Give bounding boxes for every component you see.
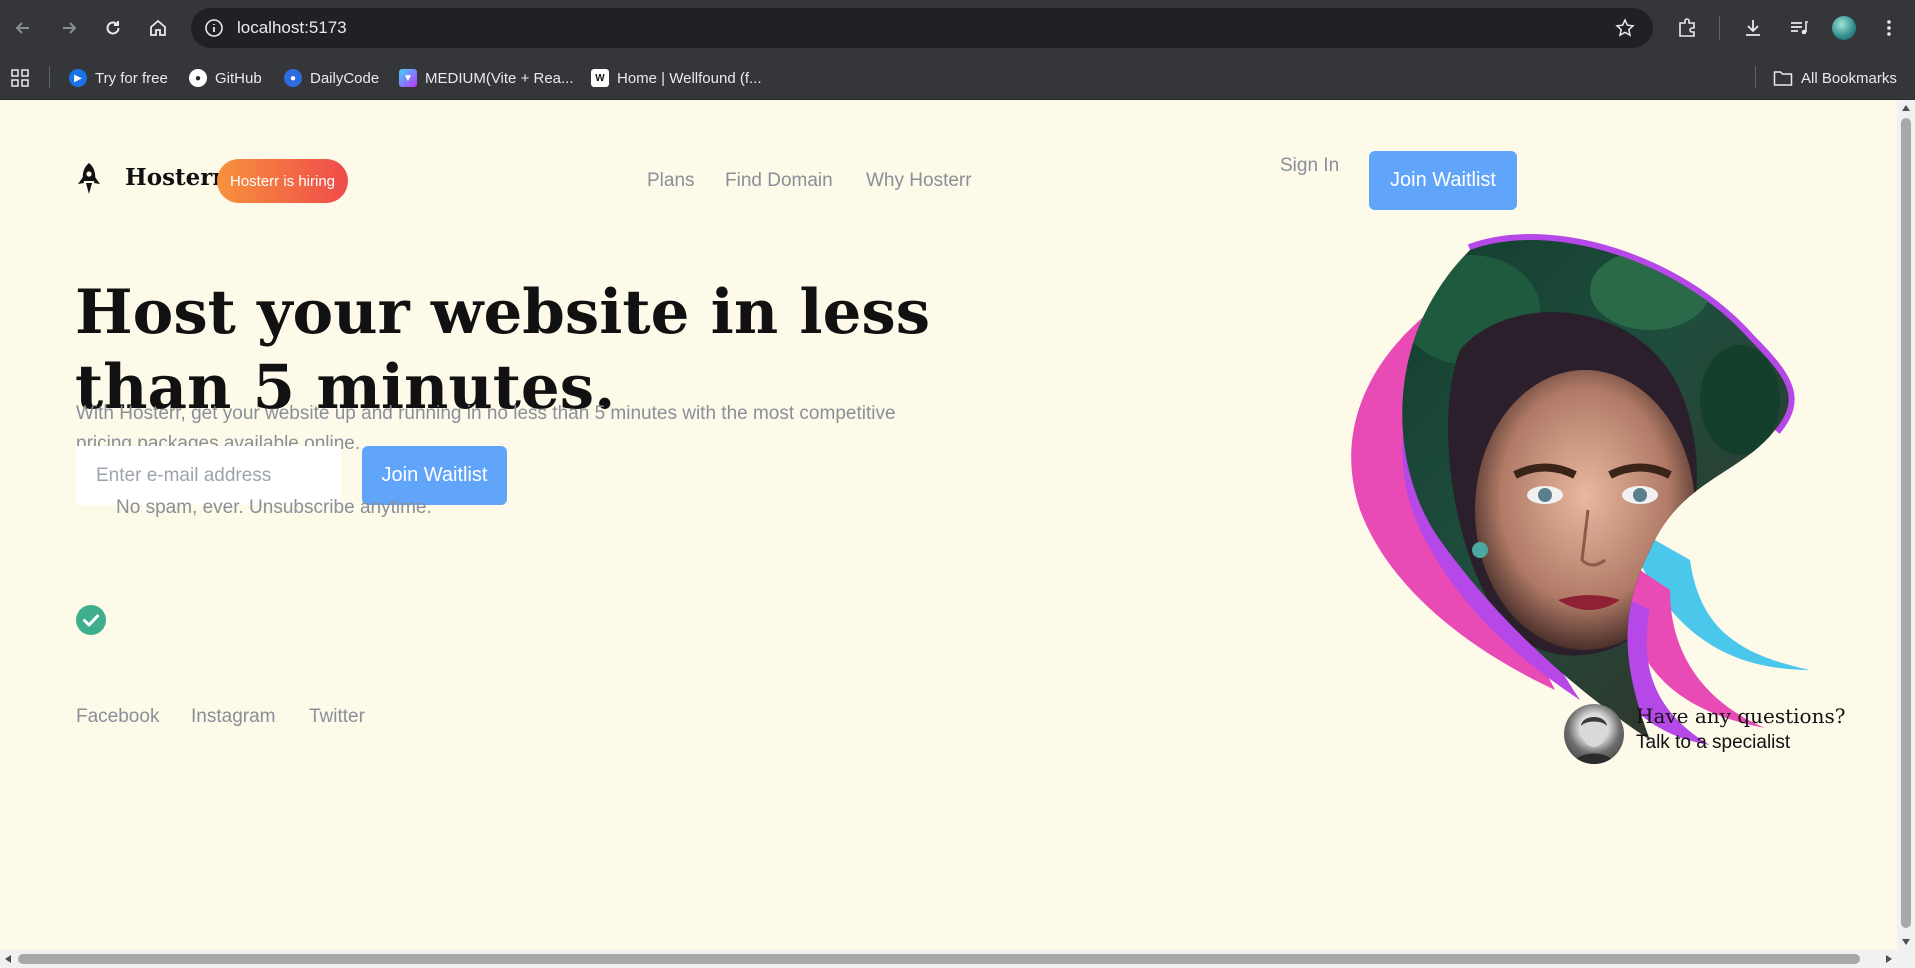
forward-button[interactable] (55, 14, 83, 42)
specialist-avatar[interactable] (1564, 704, 1624, 764)
extensions-button[interactable] (1673, 14, 1701, 42)
reload-icon (106, 21, 120, 35)
header-join-waitlist-button[interactable]: Join Waitlist (1369, 151, 1517, 210)
bookmark-label: MEDIUM(Vite + Rea... (425, 69, 574, 87)
avatar-icon: ● (284, 69, 302, 87)
bookmark-label: Try for free (95, 69, 168, 87)
site-info-icon[interactable] (204, 18, 224, 38)
nav-find-domain[interactable]: Find Domain (725, 170, 833, 192)
bookmark-label: Home | Wellfound (f... (617, 69, 762, 87)
sign-in-link[interactable]: Sign In (1280, 155, 1339, 177)
scroll-left-icon[interactable] (4, 954, 12, 964)
bookmarks-divider (1755, 66, 1756, 88)
hiring-badge[interactable]: Hosterr is hiring (217, 159, 348, 203)
facebook-link[interactable]: Facebook (76, 706, 159, 728)
wellfound-icon: W (591, 69, 609, 87)
bookmark-dailycode[interactable]: ● DailyCode (284, 66, 379, 90)
brand-name[interactable]: Hosterr (125, 164, 225, 191)
profile-avatar-icon (1832, 16, 1856, 40)
bookmarks-bar: ▶ Try for free ● GitHub ● DailyCode ▼ ME… (0, 56, 1915, 100)
all-bookmarks-button[interactable]: All Bookmarks (1773, 66, 1897, 90)
profile-button[interactable] (1830, 14, 1858, 42)
apps-button[interactable] (10, 66, 30, 90)
scrollbar-thumb[interactable] (1901, 118, 1911, 928)
bookmark-github[interactable]: ● GitHub (189, 66, 262, 90)
bookmark-wellfound[interactable]: W Home | Wellfound (f... (591, 66, 762, 90)
instagram-link[interactable]: Instagram (191, 706, 275, 728)
download-icon (1746, 20, 1760, 36)
browser-toolbar: localhost:5173 (0, 0, 1915, 56)
bookmarks-divider (49, 66, 50, 88)
home-button[interactable] (144, 14, 172, 42)
talk-to-specialist-link[interactable]: Talk to a specialist (1636, 732, 1790, 754)
scroll-down-icon[interactable] (1901, 938, 1911, 946)
bookmark-label: DailyCode (310, 69, 380, 87)
menu-button[interactable] (1875, 14, 1903, 42)
vite-icon: ▼ (399, 69, 417, 87)
page-viewport: Hosterr Hosterr is hiring Plans Find Dom… (0, 100, 1897, 950)
vertical-scrollbar[interactable] (1897, 100, 1915, 950)
person-icon (1574, 717, 1614, 764)
check-circle-icon (76, 605, 106, 635)
twitter-link[interactable]: Twitter (309, 706, 365, 728)
scroll-right-icon[interactable] (1885, 954, 1893, 964)
back-button[interactable] (9, 14, 37, 42)
bookmark-try-for-free[interactable]: ▶ Try for free (69, 66, 168, 90)
arrow-right-icon (63, 22, 77, 34)
nav-plans[interactable]: Plans (647, 170, 695, 192)
logo[interactable] (76, 162, 102, 196)
puzzle-icon (1679, 18, 1695, 37)
github-icon: ● (189, 69, 207, 87)
horizontal-scrollbar[interactable] (0, 950, 1915, 968)
downloads-button[interactable] (1739, 14, 1767, 42)
scrollbar-thumb[interactable] (18, 954, 1860, 964)
reload-button[interactable] (99, 14, 127, 42)
folder-icon (1773, 71, 1793, 86)
no-spam-note: No spam, ever. Unsubscribe anytime. (116, 497, 432, 518)
bookmark-medium[interactable]: ▼ MEDIUM(Vite + Rea... (399, 66, 574, 90)
address-bar[interactable]: localhost:5173 (191, 8, 1653, 48)
star-icon[interactable] (1615, 18, 1635, 38)
url-text: localhost:5173 (237, 18, 347, 37)
bookmark-label: GitHub (215, 69, 262, 87)
arrow-left-icon (15, 22, 29, 34)
playlist-icon (1791, 21, 1808, 35)
nav-why-hosterr[interactable]: Why Hosterr (866, 170, 972, 192)
apps-grid-icon (11, 69, 29, 87)
toolbar-divider (1719, 16, 1720, 40)
all-bookmarks-label: All Bookmarks (1801, 69, 1897, 87)
questions-heading: Have any questions? (1636, 704, 1846, 728)
rocket-icon (78, 163, 100, 194)
kebab-menu-icon (1887, 20, 1891, 36)
play-icon: ▶ (69, 69, 87, 87)
scroll-up-icon[interactable] (1901, 104, 1911, 112)
home-icon (150, 19, 166, 36)
media-button[interactable] (1785, 14, 1813, 42)
